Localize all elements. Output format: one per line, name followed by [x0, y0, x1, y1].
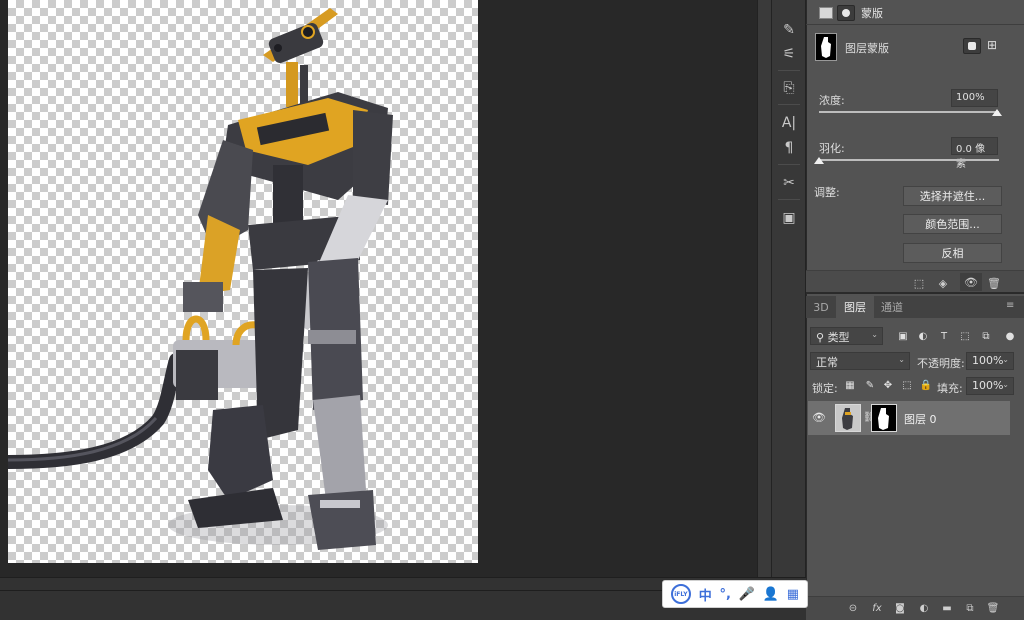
pixel-layer-icon[interactable]: [819, 7, 833, 19]
invert-button[interactable]: 反相: [903, 243, 1002, 263]
punctuation-icon[interactable]: °,: [720, 587, 731, 602]
tool-separator: [778, 104, 800, 105]
select-and-mask-button[interactable]: 选择并遮住...: [903, 186, 1002, 206]
robot-artwork: [8, 8, 393, 550]
mask-title: 图层蒙版: [845, 42, 889, 55]
chevron-down-icon: ⌄: [1002, 380, 1009, 389]
user-icon[interactable]: 👤: [763, 587, 779, 602]
lock-position-icon[interactable]: ✥: [882, 379, 894, 391]
feather-slider-track[interactable]: [819, 159, 999, 161]
density-label: 浓度:: [819, 94, 845, 107]
delete-mask-icon[interactable]: 🗑: [986, 275, 1002, 291]
tool-separator: [778, 199, 800, 200]
lock-transparent-icon[interactable]: ▦: [844, 379, 856, 391]
load-selection-icon[interactable]: ⬚: [911, 275, 927, 291]
fill-label: 填充:: [937, 382, 963, 395]
ifly-logo[interactable]: iFLY: [670, 584, 691, 604]
adjustment-icon[interactable]: ◐: [916, 600, 932, 616]
search-icon: ⚲: [816, 331, 828, 344]
document-canvas[interactable]: [8, 0, 478, 563]
link-icon[interactable]: ⊝: [845, 600, 861, 616]
character-icon[interactable]: A|: [778, 113, 800, 133]
filter-smart-object-icon[interactable]: ⧉: [980, 330, 992, 342]
tool-separator: [778, 164, 800, 165]
brush-settings-icon[interactable]: ⚟: [778, 44, 800, 64]
layer-name[interactable]: 图层 0: [904, 411, 937, 427]
blend-mode-select[interactable]: 正常 ⌄: [810, 352, 910, 370]
filter-kind-value: 类型: [827, 331, 850, 344]
density-slider-knob[interactable]: [992, 109, 1002, 116]
input-method-toolbar[interactable]: iFLY 中 °, 🎤 👤 ▦: [662, 580, 808, 608]
chevron-down-icon: ⌄: [1002, 355, 1009, 364]
tab-3d[interactable]: 3D: [806, 296, 836, 318]
feather-label: 羽化:: [819, 142, 845, 155]
chevron-down-icon: ⌄: [898, 355, 905, 364]
filter-kind-select[interactable]: ⚲ 类型 ⌄: [810, 327, 883, 345]
add-mask-icon[interactable]: ◙: [892, 600, 908, 616]
layer-thumbnail[interactable]: [835, 404, 861, 432]
apply-mask-icon[interactable]: ◈: [935, 275, 951, 291]
density-input[interactable]: 100%: [951, 89, 998, 107]
lock-label: 锁定:: [812, 382, 838, 395]
microphone-icon[interactable]: 🎤: [739, 587, 755, 602]
panel-menu-icon[interactable]: ≡: [1006, 300, 1014, 311]
tab-channels[interactable]: 通道: [874, 296, 910, 318]
apps-grid-icon[interactable]: ▦: [787, 587, 799, 602]
opacity-value: 100%: [972, 354, 1004, 367]
feather-slider-knob[interactable]: [814, 157, 824, 164]
glyph-icon[interactable]: ▣: [778, 208, 800, 228]
fill-input[interactable]: 100% ⌄: [966, 377, 1014, 395]
filter-pixel-icon[interactable]: ▣: [897, 330, 909, 342]
density-slider-track[interactable]: [819, 111, 999, 113]
blend-mode-value: 正常: [816, 356, 838, 369]
filter-toggle-icon[interactable]: ●: [1004, 330, 1016, 342]
properties-header-label: 蒙版: [861, 7, 883, 20]
properties-header: 蒙版: [819, 5, 883, 21]
lock-all-icon[interactable]: 🔒: [920, 379, 932, 391]
feather-input[interactable]: 0.0 像素: [951, 137, 998, 170]
new-layer-icon[interactable]: ⧉: [962, 600, 978, 616]
folder-icon[interactable]: ▬: [939, 600, 955, 616]
lock-image-icon[interactable]: ✎: [864, 379, 876, 391]
vertical-scrollbar[interactable]: [757, 0, 771, 577]
trash-icon[interactable]: 🗑: [985, 600, 1001, 616]
refine-label: 调整:: [814, 186, 840, 199]
history-brush-icon[interactable]: ✎: [778, 20, 800, 40]
panel-dock-column: ✎ ⚟ ⎘ A| ¶ ✂ ▣: [771, 0, 806, 577]
filter-adjustment-icon[interactable]: ◐: [917, 330, 929, 342]
color-range-button[interactable]: 颜色范围...: [903, 214, 1002, 234]
opacity-label: 不透明度:: [917, 357, 965, 370]
clone-source-icon[interactable]: ⎘: [778, 78, 800, 98]
divider: [806, 24, 1024, 25]
filter-shape-icon[interactable]: ⬚: [959, 330, 971, 342]
mask-icon[interactable]: [837, 5, 855, 21]
tools-icon[interactable]: ✂: [778, 173, 800, 193]
chevron-down-icon: ⌄: [871, 330, 878, 339]
vector-mask-icon[interactable]: ⊞: [987, 38, 1003, 54]
layer-mask-thumbnail[interactable]: [871, 404, 897, 432]
paragraph-icon[interactable]: ¶: [778, 138, 800, 158]
tool-separator: [778, 70, 800, 71]
filter-type-icon[interactable]: T: [938, 330, 950, 342]
canvas-area[interactable]: [0, 0, 757, 577]
visibility-icon[interactable]: 👁: [960, 273, 982, 291]
mask-thumbnail: [815, 33, 837, 61]
chinese-mode-toggle[interactable]: 中: [699, 585, 712, 604]
layer-visibility-icon[interactable]: 👁: [812, 411, 826, 424]
opacity-input[interactable]: 100% ⌄: [966, 352, 1014, 370]
tab-layers[interactable]: 图层: [836, 296, 874, 318]
pixel-mask-button[interactable]: [963, 38, 981, 54]
fx-icon[interactable]: fx: [869, 600, 885, 616]
fill-value: 100%: [972, 379, 1004, 392]
lock-artboard-icon[interactable]: ⬚: [901, 379, 913, 391]
